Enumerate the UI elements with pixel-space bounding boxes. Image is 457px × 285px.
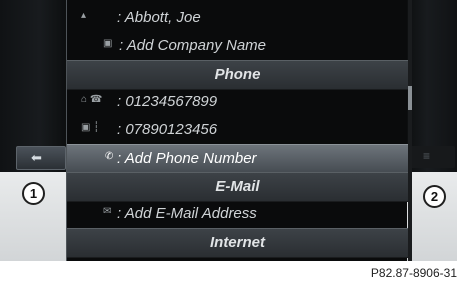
contact-name: : Abbott, Joe [117, 9, 201, 26]
mobile-phone-number: : 07890123456 [117, 121, 218, 138]
contact-details-list: ▴ : Abbott, Joe ▣ : Add Company Name Pho… [66, 0, 409, 261]
list-item-add-phone[interactable]: ✆ : Add Phone Number [67, 144, 408, 174]
callout-marker-2: 2 [423, 185, 446, 208]
list-item-home-phone[interactable]: ⌂ ☎ : 01234567899 [67, 88, 408, 116]
person-icon: ▴ [81, 10, 87, 21]
building-icon: ▣ [103, 38, 113, 49]
mobile-phone-icon: ▣ ┆ [81, 122, 100, 133]
back-arrow-icon: ⬅ [31, 150, 42, 165]
back-button[interactable]: ⬅ [16, 146, 66, 170]
email-icon: ✉ [103, 206, 112, 217]
figure-code: P82.87-8906-31 [370, 266, 457, 280]
callout-marker-1: 1 [22, 182, 45, 205]
scrollbar-thumb[interactable] [408, 86, 412, 110]
handset-icon: ✆ [105, 151, 114, 162]
company-name: : Add Company Name [119, 37, 267, 54]
section-title-phone: Phone [214, 66, 261, 83]
section-header-email: E-Mail [67, 172, 408, 202]
home-phone-icon: ⌂ ☎ [81, 94, 103, 105]
add-phone-number: : Add Phone Number [117, 150, 257, 167]
section-title-internet: Internet [209, 234, 265, 251]
scrollbar-track[interactable] [408, 0, 412, 261]
list-item-add-email[interactable]: ✉ : Add E-Mail Address [67, 200, 408, 228]
home-phone-number: : 01234567899 [117, 93, 218, 110]
section-header-phone: Phone [67, 60, 408, 90]
separator-icon: ≡ [423, 149, 431, 163]
section-title-email: E-Mail [215, 178, 260, 195]
list-item-company[interactable]: ▣ : Add Company Name [67, 32, 408, 60]
display-screen: ⬅ ≡ 1 2 ▴ : Abbott, Joe ▣ : Add Company … [0, 0, 457, 261]
add-email-address: : Add E-Mail Address [117, 205, 257, 222]
list-item-name[interactable]: ▴ : Abbott, Joe [67, 4, 408, 32]
section-header-internet: Internet [67, 228, 408, 258]
list-item-mobile-phone[interactable]: ▣ ┆ : 07890123456 [67, 116, 408, 144]
right-side-button[interactable]: ≡ [409, 146, 455, 168]
